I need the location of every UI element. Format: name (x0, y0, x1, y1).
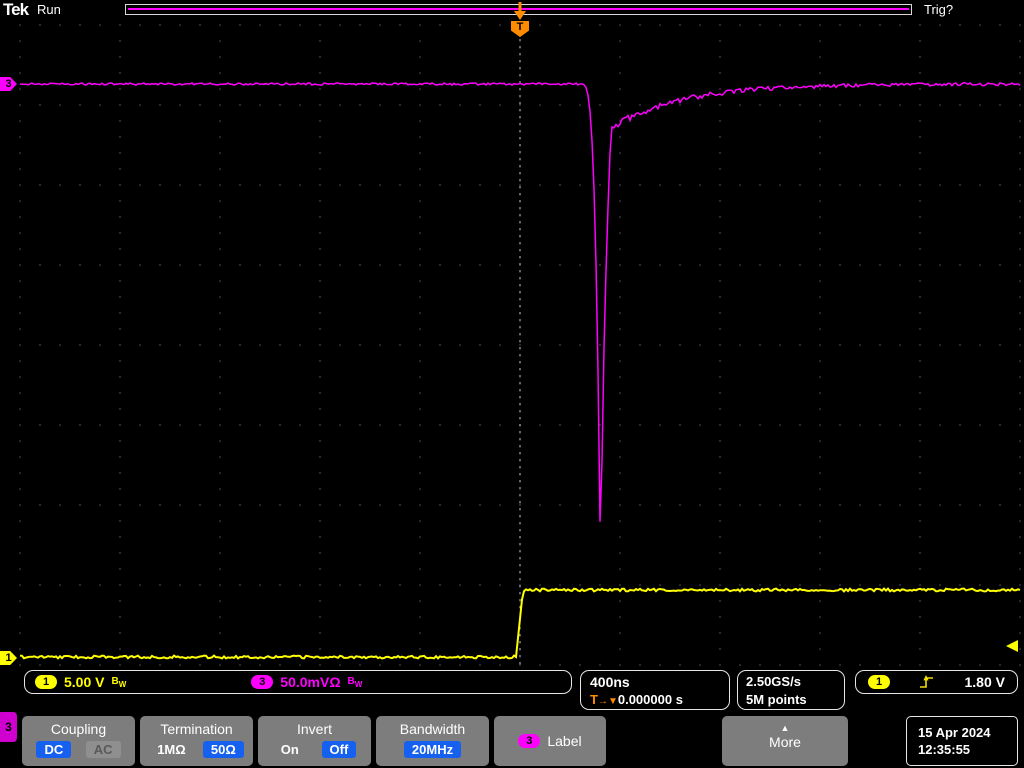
more-up-arrow-icon: ▲ (780, 723, 790, 733)
timebase-scale: 400ns (590, 674, 630, 690)
trigger-source-badge: 1 (868, 675, 890, 689)
oscilloscope-screen: Tek Run Trig? 3 1 T 1 5.00 V BW 3 50.0mV… (0, 0, 1024, 768)
date-display: 15 Apr 2024 (918, 725, 991, 740)
trigger-arrow-icon: →▼ (597, 696, 618, 707)
waveform-display (19, 2, 1021, 666)
more-button[interactable]: ▲ More (722, 716, 848, 766)
label-title: Label (547, 733, 582, 749)
termination-title: Termination (160, 721, 233, 737)
termination-1meg-option[interactable]: 1MΩ (149, 741, 193, 758)
trigger-position-readout: 0.000000 s (617, 692, 683, 707)
ch3-bandwidth-limit-icon: BW (347, 675, 363, 689)
invert-title: Invert (296, 721, 332, 737)
coupling-ac-option[interactable]: AC (85, 741, 121, 758)
more-title: More (769, 734, 801, 750)
label-button[interactable]: 3 Label (494, 716, 606, 766)
rising-edge-icon (920, 675, 934, 688)
ch1-bandwidth-limit-icon: BW (111, 675, 127, 689)
ch1-scale: 5.00 V (64, 674, 105, 690)
invert-button[interactable]: Invert On Off (258, 716, 371, 766)
coupling-button[interactable]: Coupling DC AC (22, 716, 135, 766)
ch3-badge: 3 (251, 675, 274, 689)
ch1-badge: 1 (35, 675, 57, 689)
coupling-dc-option[interactable]: DC (36, 741, 72, 758)
channel-scale-readout: 1 5.00 V BW 3 50.0mVΩ BW (24, 670, 572, 694)
ch3-scale: 50.0mVΩ (280, 674, 341, 690)
sample-rate: 2.50GS/s (746, 674, 801, 689)
menu-channel-tab[interactable]: 3 (0, 712, 17, 742)
acquisition-readout: 2.50GS/s 5M points (737, 670, 845, 710)
bandwidth-title: Bandwidth (399, 721, 466, 737)
bandwidth-button[interactable]: Bandwidth 20MHz (376, 716, 489, 766)
coupling-title: Coupling (50, 721, 107, 737)
trigger-level: 1.80 V (964, 674, 1005, 690)
label-channel-badge: 3 (518, 734, 541, 748)
termination-button[interactable]: Termination 1MΩ 50Ω (140, 716, 253, 766)
horizontal-readout: 400ns T→▼0.000000 s (580, 670, 730, 710)
trigger-readout: 1 1.80 V (855, 670, 1018, 694)
datetime-box: 15 Apr 2024 12:35:55 (906, 716, 1018, 766)
trigger-t-icon: T (590, 692, 598, 707)
termination-50ohm-option[interactable]: 50Ω (202, 741, 244, 758)
invert-on-option[interactable]: On (273, 741, 307, 758)
record-length: 5M points (746, 692, 807, 707)
bandwidth-20mhz-option[interactable]: 20MHz (403, 741, 462, 758)
time-display: 12:35:55 (918, 742, 971, 757)
invert-off-option[interactable]: Off (321, 741, 357, 758)
